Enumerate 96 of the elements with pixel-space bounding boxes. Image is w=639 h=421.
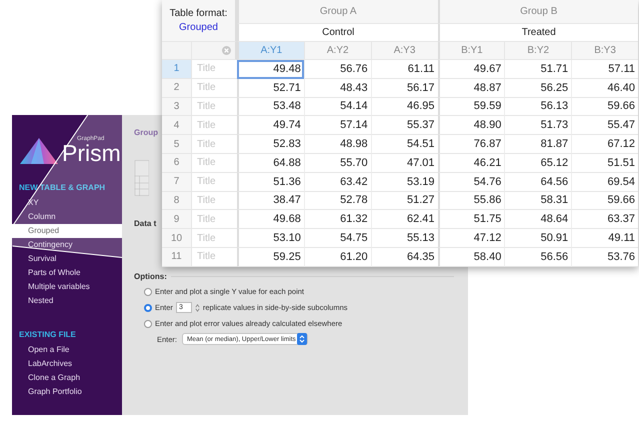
section-heading: NEW TABLE & GRAPH bbox=[19, 183, 106, 192]
sidebar-item[interactable]: Parts of Whole bbox=[12, 266, 122, 280]
table-cell[interactable]: 61.20 bbox=[304, 248, 371, 267]
sidebar-item[interactable]: Column bbox=[12, 210, 122, 224]
table-cell[interactable]: 57.11 bbox=[571, 60, 638, 79]
table-cell[interactable]: 59.59 bbox=[438, 98, 504, 116]
radio-button[interactable] bbox=[144, 320, 152, 328]
table-cell[interactable]: 52.83 bbox=[237, 135, 304, 154]
table-cell[interactable]: 52.78 bbox=[304, 192, 371, 210]
table-cell[interactable]: 49.48 bbox=[237, 60, 304, 79]
sidebar-item[interactable]: Multiple variables bbox=[12, 280, 122, 294]
table-cell[interactable]: 55.47 bbox=[571, 116, 638, 136]
table-cell[interactable]: 55.70 bbox=[304, 154, 371, 173]
table-cell[interactable]: 55.37 bbox=[370, 116, 438, 136]
table-cell[interactable]: 69.54 bbox=[571, 172, 638, 192]
sidebar-item[interactable]: Nested bbox=[12, 294, 122, 308]
table-cell[interactable]: 52.71 bbox=[237, 78, 304, 98]
table-cell[interactable]: 38.47 bbox=[237, 192, 304, 210]
table-cell[interactable]: 53.76 bbox=[571, 248, 638, 267]
table-cell[interactable]: 62.41 bbox=[370, 210, 438, 230]
table-cell[interactable]: 49.67 bbox=[438, 60, 504, 79]
section-title: Group bbox=[134, 128, 158, 137]
table-cell[interactable]: 56.76 bbox=[304, 60, 371, 79]
table-cell[interactable]: 56.13 bbox=[504, 98, 572, 116]
logo-title: Prism bbox=[62, 142, 121, 165]
table-cell[interactable]: 49.11 bbox=[571, 229, 638, 248]
table-cell[interactable]: 67.12 bbox=[571, 135, 638, 154]
table-cell[interactable]: 64.56 bbox=[504, 172, 572, 192]
table-cell[interactable]: 48.87 bbox=[438, 78, 504, 98]
table-cell[interactable]: 54.75 bbox=[304, 229, 371, 248]
table-cell[interactable]: 51.51 bbox=[571, 154, 638, 173]
clear-icon[interactable] bbox=[222, 46, 231, 55]
table-cell[interactable]: 51.73 bbox=[504, 116, 572, 136]
sidebar-item[interactable]: Contingency bbox=[12, 238, 122, 252]
sidebar-item[interactable]: Graph Portfolio bbox=[12, 385, 122, 399]
sidebar-item[interactable]: XY bbox=[12, 196, 122, 210]
radio-button[interactable] bbox=[144, 288, 152, 296]
table-cell[interactable]: 48.90 bbox=[438, 116, 504, 136]
table-cell[interactable]: 81.87 bbox=[504, 135, 572, 154]
table-cell[interactable]: 54.76 bbox=[438, 172, 504, 192]
table-cell[interactable]: 48.64 bbox=[504, 210, 572, 230]
table-cell[interactable]: 61.11 bbox=[370, 60, 438, 79]
table-cell[interactable]: 50.91 bbox=[504, 229, 572, 248]
table-cell[interactable]: 53.19 bbox=[370, 172, 438, 192]
table-cell[interactable]: 61.32 bbox=[304, 210, 371, 230]
table-cell[interactable]: 51.75 bbox=[438, 210, 504, 230]
table-cell[interactable]: 56.56 bbox=[504, 248, 572, 267]
table-format-label: Table format: bbox=[170, 8, 228, 19]
stepper-icon[interactable] bbox=[194, 302, 200, 312]
table-cell[interactable]: 48.43 bbox=[304, 78, 371, 98]
table-cell[interactable]: 58.40 bbox=[438, 248, 504, 267]
sidebar-item[interactable]: Survival bbox=[12, 252, 122, 266]
table-cell[interactable]: 53.10 bbox=[237, 229, 304, 248]
table-cell[interactable]: 46.21 bbox=[438, 154, 504, 173]
table-cell[interactable]: 51.36 bbox=[237, 172, 304, 192]
table-cell[interactable]: 48.98 bbox=[304, 135, 371, 154]
sidebar-item[interactable]: LabArchives bbox=[12, 357, 122, 371]
sidebar-item[interactable]: Open a File bbox=[12, 343, 122, 357]
section-label: Data t bbox=[134, 219, 156, 228]
table-cell[interactable]: 59.66 bbox=[571, 192, 638, 210]
prism-logo-icon bbox=[18, 137, 60, 165]
dropdown-arrows-icon bbox=[297, 333, 308, 345]
group-header: Group A bbox=[237, 0, 438, 24]
table-thumbnail-drawing bbox=[134, 160, 149, 196]
table-cell[interactable]: 63.42 bbox=[304, 172, 371, 192]
table-cell[interactable]: 58.31 bbox=[504, 192, 572, 210]
table-cell[interactable]: 55.13 bbox=[370, 229, 438, 248]
sidebar-item[interactable]: Clone a Graph bbox=[12, 371, 122, 385]
table-cell[interactable]: 59.66 bbox=[571, 98, 638, 116]
table-cell[interactable]: 54.51 bbox=[370, 135, 438, 154]
options-label: Options: bbox=[134, 272, 167, 281]
table-cell[interactable]: 59.25 bbox=[237, 248, 304, 267]
table-cell[interactable]: 55.86 bbox=[438, 192, 504, 210]
radio-button[interactable] bbox=[144, 304, 152, 312]
table-cell[interactable]: 64.35 bbox=[370, 248, 438, 267]
section-heading: EXISTING FILE bbox=[19, 330, 77, 339]
table-cell[interactable]: 76.87 bbox=[438, 135, 504, 154]
table-cell[interactable]: 49.68 bbox=[237, 210, 304, 230]
table-cell[interactable]: 46.40 bbox=[571, 78, 638, 98]
table-cell[interactable]: 51.27 bbox=[370, 192, 438, 210]
table-cell[interactable]: 56.25 bbox=[504, 78, 572, 98]
table-cell[interactable]: 47.01 bbox=[370, 154, 438, 173]
table-cell[interactable]: 47.12 bbox=[438, 229, 504, 248]
table-cell[interactable]: 64.88 bbox=[237, 154, 304, 173]
table-cell[interactable]: 51.71 bbox=[504, 60, 572, 79]
table-cell[interactable]: 53.48 bbox=[237, 98, 304, 116]
table-cell[interactable]: 57.14 bbox=[304, 116, 371, 136]
table-cell[interactable]: 49.74 bbox=[237, 116, 304, 136]
group-header: Group B bbox=[438, 0, 638, 24]
table-cell[interactable]: 46.95 bbox=[370, 98, 438, 116]
table-cell[interactable]: 54.14 bbox=[304, 98, 371, 116]
sidebar-item[interactable]: Grouped bbox=[12, 224, 122, 238]
table-cell[interactable]: 56.17 bbox=[370, 78, 438, 98]
table-format-link[interactable]: Grouped bbox=[179, 22, 218, 33]
table-cell[interactable]: 65.12 bbox=[504, 154, 572, 173]
table-cell[interactable]: 63.37 bbox=[571, 210, 638, 230]
